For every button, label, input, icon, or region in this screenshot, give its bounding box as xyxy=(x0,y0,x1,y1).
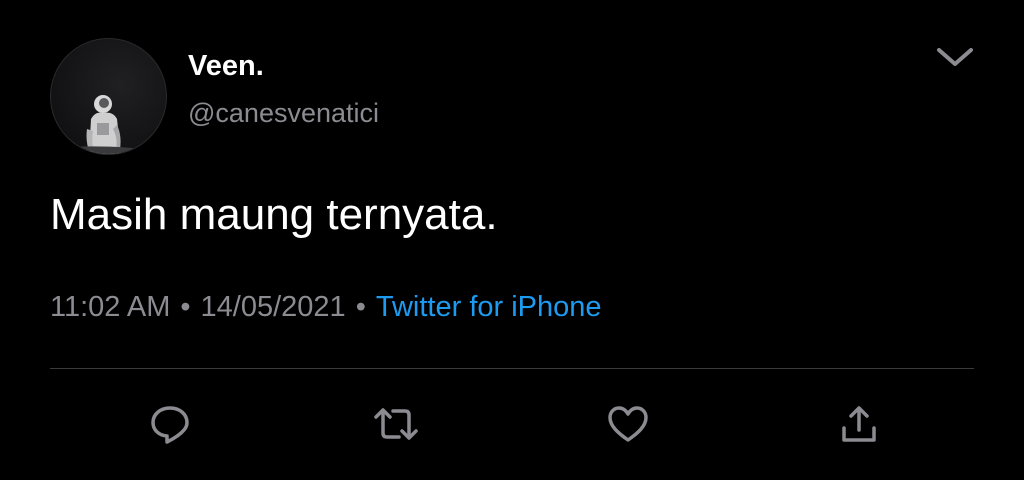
avatar[interactable] xyxy=(50,38,167,155)
tweet-text: Masih maung ternyata. xyxy=(50,190,498,239)
tweet-detail: Veen. @canesvenatici Masih maung ternyat… xyxy=(0,0,1024,480)
display-name[interactable]: Veen. xyxy=(188,48,264,84)
like-icon xyxy=(608,406,648,442)
reply-icon xyxy=(151,406,189,444)
share-icon xyxy=(842,406,876,442)
like-button[interactable] xyxy=(604,400,652,448)
username-handle[interactable]: @canesvenatici xyxy=(188,96,379,130)
chevron-down-icon[interactable] xyxy=(930,40,980,74)
source-link[interactable]: Twitter for iPhone xyxy=(376,291,602,323)
separator-dot: • xyxy=(355,291,366,323)
reply-button[interactable] xyxy=(146,400,194,448)
divider xyxy=(50,368,974,369)
tweet-metadata: 11:02 AM • 14/05/2021 • Twitter for iPhone xyxy=(50,288,602,326)
astronaut-image xyxy=(51,95,166,154)
share-button[interactable] xyxy=(835,400,883,448)
tweet-date: 14/05/2021 xyxy=(200,291,346,323)
retweet-icon xyxy=(374,408,418,440)
separator-dot: • xyxy=(180,291,191,323)
tweet-time: 11:02 AM xyxy=(50,291,171,323)
retweet-button[interactable] xyxy=(372,400,420,448)
